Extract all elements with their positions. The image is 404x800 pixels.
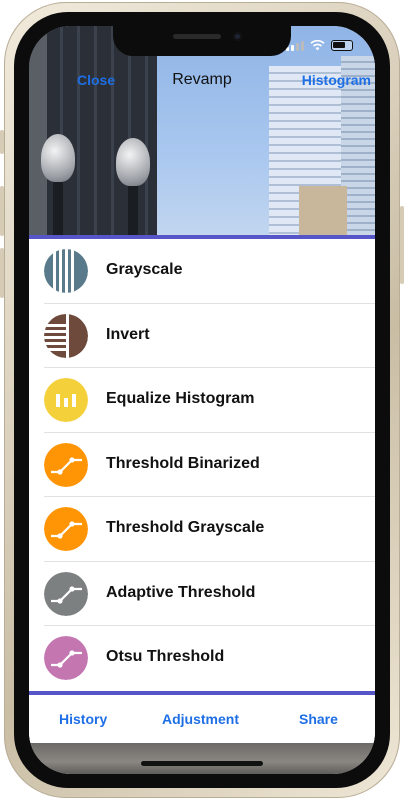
filter-item-threshold-binarized[interactable]: Threshold Binarized: [29, 433, 375, 497]
filter-item-grayscale[interactable]: Grayscale: [29, 239, 375, 304]
notch: [113, 26, 291, 56]
share-button[interactable]: Share: [299, 711, 338, 727]
bottom-toolbar: History Adjustment Share: [29, 695, 375, 743]
lamp-post: [53, 176, 63, 238]
street-lamp: [41, 134, 75, 182]
street-lamp: [116, 138, 150, 186]
adjustment-button[interactable]: Adjustment: [162, 711, 239, 727]
photo-bottom-strip: [29, 743, 375, 774]
volume-down-button: [0, 248, 4, 298]
invert-stripes-icon: [44, 313, 88, 358]
side-button: [0, 130, 4, 154]
filter-label: Otsu Threshold: [106, 648, 225, 665]
history-button[interactable]: History: [59, 711, 107, 727]
camera-icon: [233, 32, 242, 41]
photo-preview: Close Revamp Histogram: [29, 26, 375, 238]
volume-up-button: [0, 186, 4, 236]
histogram-bars-icon: [44, 378, 88, 422]
grayscale-stripes-icon: [44, 249, 88, 293]
filter-item-adaptive-threshold[interactable]: Adaptive Threshold: [29, 562, 375, 626]
app-screen: Close Revamp Histogram Grayscale Invert …: [29, 26, 375, 774]
filter-label: Threshold Binarized: [106, 454, 260, 472]
filter-item-threshold-grayscale[interactable]: Threshold Grayscale: [29, 497, 375, 562]
speaker-grille: [173, 34, 221, 39]
building-edge: [29, 26, 47, 238]
battery-icon: [331, 40, 353, 51]
wifi-icon: [310, 40, 325, 51]
histogram-button[interactable]: Histogram: [302, 72, 371, 88]
filter-label: Invert: [106, 325, 150, 343]
threshold-curve-icon: [44, 571, 88, 616]
threshold-curve-icon: [44, 442, 88, 487]
status-icons: [286, 40, 353, 51]
filter-label: Grayscale: [106, 261, 183, 278]
filter-label: Adaptive Threshold: [106, 583, 256, 601]
home-indicator[interactable]: [141, 761, 263, 766]
power-button: [400, 206, 404, 284]
building-lower: [299, 186, 347, 238]
threshold-curve-icon: [44, 636, 88, 680]
filter-list: Grayscale Invert Equalize Histogram Thre…: [29, 239, 375, 691]
filter-label: Threshold Grayscale: [106, 519, 265, 536]
filter-label: Equalize Histogram: [106, 390, 255, 407]
nav-bar: Close Revamp Histogram: [29, 66, 375, 94]
filter-item-otsu-threshold[interactable]: Otsu Threshold: [29, 626, 375, 691]
threshold-curve-icon: [44, 507, 88, 551]
filter-item-equalize-histogram[interactable]: Equalize Histogram: [29, 368, 375, 433]
filter-item-invert[interactable]: Invert: [29, 304, 375, 368]
